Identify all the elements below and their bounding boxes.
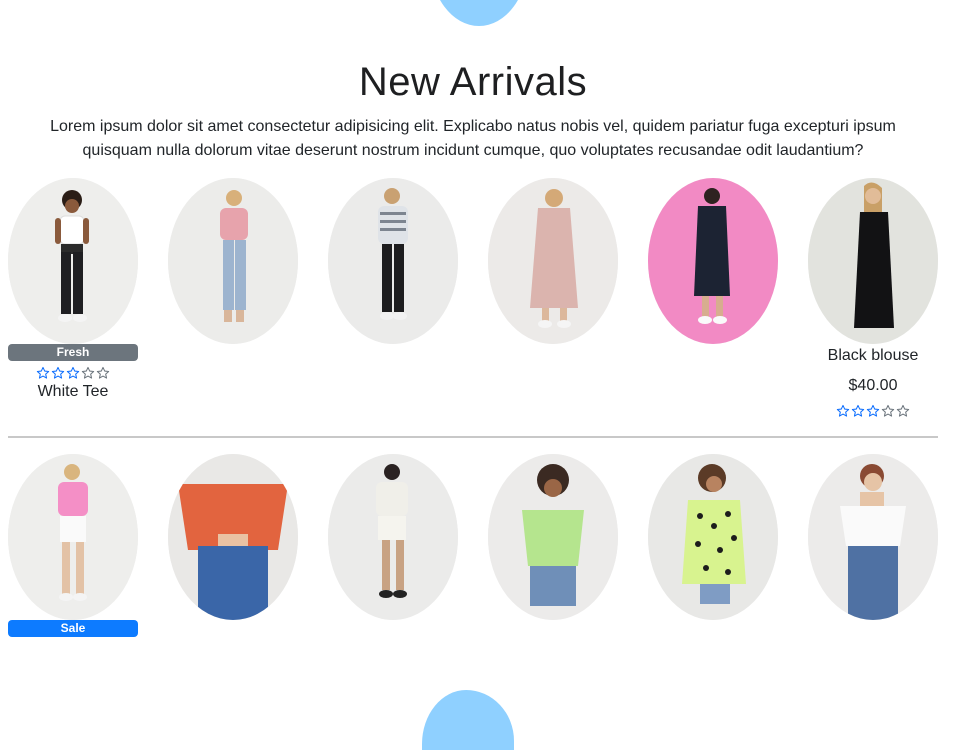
product-card[interactable]	[168, 454, 298, 620]
star-icon	[66, 366, 80, 379]
product-image[interactable]	[168, 454, 298, 620]
product-card[interactable]	[168, 178, 298, 344]
star-icon	[96, 366, 110, 379]
product-card[interactable]	[488, 178, 618, 344]
row-divider	[8, 436, 938, 438]
product-card[interactable]: Fresh White Tee	[8, 178, 138, 401]
product-price: $40.00	[848, 377, 898, 394]
star-icon	[36, 366, 50, 379]
fresh-badge: Fresh	[8, 344, 138, 361]
product-image[interactable]	[488, 178, 618, 344]
product-image[interactable]	[328, 454, 458, 620]
star-icon	[851, 404, 865, 417]
section-title: New Arrivals	[358, 60, 588, 104]
product-image[interactable]	[8, 178, 138, 344]
star-icon	[896, 404, 910, 417]
section-description: Lorem ipsum dolor sit amet consectetur a…	[50, 118, 896, 159]
product-image[interactable]	[328, 178, 458, 344]
rating-stars	[808, 404, 938, 418]
sale-badge: Sale	[8, 620, 138, 637]
product-image[interactable]	[648, 454, 778, 620]
product-name[interactable]: Black blouse	[808, 347, 938, 365]
star-icon	[81, 366, 95, 379]
product-card[interactable]: Black blouse $40.00	[808, 178, 938, 418]
star-icon	[881, 404, 895, 417]
product-card[interactable]	[808, 454, 938, 620]
star-icon	[51, 366, 65, 379]
product-card[interactable]	[648, 178, 778, 344]
decorative-blob-top	[430, 0, 528, 26]
product-image[interactable]	[648, 178, 778, 344]
product-image[interactable]	[808, 178, 938, 344]
product-card[interactable]	[328, 178, 458, 344]
product-row-2: Sale	[8, 454, 938, 714]
product-image[interactable]	[808, 454, 938, 620]
rating-stars	[8, 366, 138, 380]
product-name[interactable]: White Tee	[8, 383, 138, 401]
product-card[interactable]	[648, 454, 778, 620]
product-image[interactable]	[488, 454, 618, 620]
star-icon	[866, 404, 880, 417]
product-card[interactable]: Sale	[8, 454, 138, 637]
product-card[interactable]	[488, 454, 618, 620]
product-image[interactable]	[168, 178, 298, 344]
product-row-1: Fresh White Tee Black blouse $40.00	[8, 178, 938, 438]
product-card[interactable]	[328, 454, 458, 620]
star-icon	[836, 404, 850, 417]
product-image[interactable]	[8, 454, 138, 620]
